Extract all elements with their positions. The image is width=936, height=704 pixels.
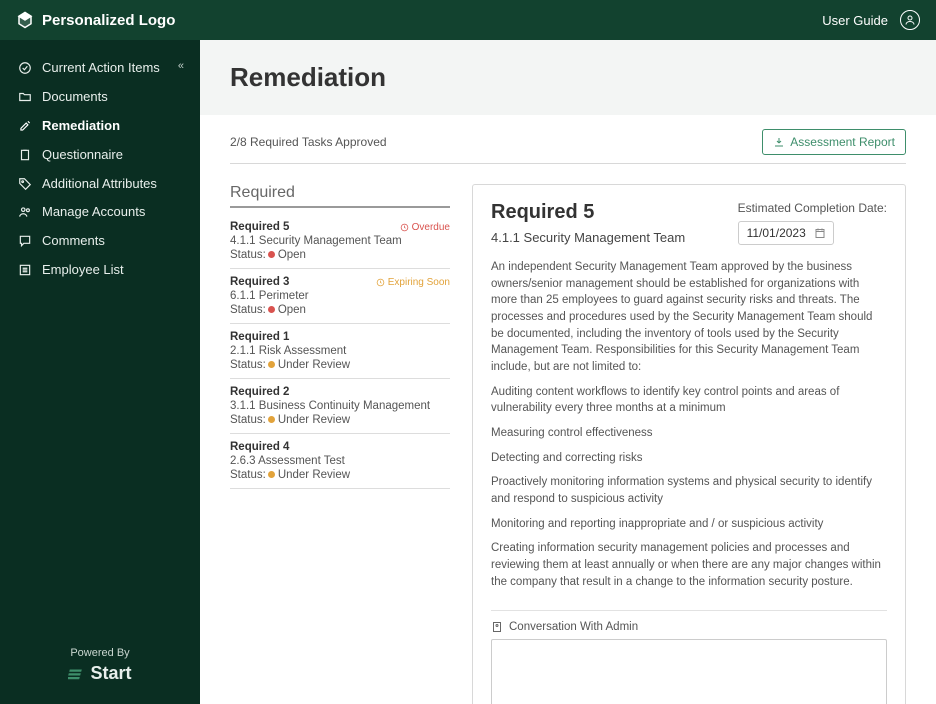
folder-icon — [18, 90, 32, 104]
detail-title: Required 5 — [491, 201, 685, 224]
page-body: 2/8 Required Tasks Approved Assessment R… — [200, 115, 936, 704]
sidebar-item-questionnaire[interactable]: Questionnaire — [0, 141, 200, 170]
req-sub: 2.1.1 Risk Assessment — [230, 345, 450, 357]
assessment-report-button[interactable]: Assessment Report — [762, 129, 906, 155]
start-text: Start — [90, 663, 131, 684]
date-picker[interactable]: 11/01/2023 — [738, 221, 834, 245]
detail-paragraph: Detecting and correcting risks — [491, 450, 887, 467]
date-value: 11/01/2023 — [747, 226, 806, 240]
sidebar-label: Employee List — [42, 262, 184, 279]
status-dot — [268, 471, 275, 478]
detail-subtitle: 4.1.1 Security Management Team — [491, 230, 685, 245]
sidebar-footer: Powered By Start — [0, 627, 200, 704]
req-sub: 4.1.1 Security Management Team — [230, 235, 450, 247]
page-title: Remediation — [230, 62, 906, 93]
sidebar-label: Manage Accounts — [42, 204, 184, 221]
chevrons-icon: « — [178, 60, 184, 72]
conversation-text: Conversation With Admin — [509, 621, 638, 633]
logo-text: Personalized Logo — [42, 12, 175, 29]
sidebar-label: Documents — [42, 89, 184, 106]
sidebar-item-remediation[interactable]: Remediation — [0, 112, 200, 141]
logo: Personalized Logo — [16, 11, 175, 29]
req-sub: 2.6.3 Assessment Test — [230, 455, 450, 467]
sidebar-item-action-items[interactable]: Current Action Items « — [0, 54, 200, 83]
conversation-label: Conversation With Admin — [491, 621, 887, 633]
status-dot — [268, 361, 275, 368]
clipboard-icon — [18, 148, 32, 162]
badge-overdue: Overdue — [400, 222, 450, 233]
sidebar: Current Action Items « Documents Remedia… — [0, 40, 200, 704]
approved-count: 2/8 Required Tasks Approved — [230, 135, 387, 149]
check-circle-icon — [18, 61, 32, 75]
detail-body: An independent Security Management Team … — [491, 259, 887, 611]
required-item[interactable]: Required 2 3.1.1 Business Continuity Mana… — [230, 379, 450, 434]
page-header: Remediation — [200, 40, 936, 115]
user-badge-icon — [491, 621, 503, 633]
req-status: Status:Open — [230, 249, 450, 261]
required-item[interactable]: Required 1 2.1.1 Risk Assessment Status:Un… — [230, 324, 450, 379]
clock-icon — [400, 223, 409, 232]
subhead-row: 2/8 Required Tasks Approved Assessment R… — [230, 129, 906, 164]
req-title: Required 1 — [230, 331, 289, 343]
sidebar-label: Current Action Items — [42, 60, 168, 77]
badge-expiring: Expiring Soon — [376, 277, 450, 288]
status-dot — [268, 416, 275, 423]
req-status: Status:Open — [230, 304, 450, 316]
req-title: Required 2 — [230, 386, 289, 398]
tools-icon — [18, 119, 32, 133]
detail-paragraph: Proactively monitoring information syste… — [491, 474, 887, 507]
required-item[interactable]: Required 3 Expiring Soon 6.1.1 Perimeter St… — [230, 269, 450, 324]
required-list: Required Required 5 Overdue 4.1.1 Security… — [230, 184, 450, 489]
sidebar-label: Remediation — [42, 118, 184, 135]
detail-panel: Required 5 4.1.1 Security Management Tea… — [472, 184, 906, 704]
detail-paragraph: Auditing content workflows to identify k… — [491, 384, 887, 417]
user-guide-link[interactable]: User Guide — [822, 13, 888, 28]
required-item[interactable]: Required 4 2.6.3 Assessment Test Status:Un… — [230, 434, 450, 489]
detail-paragraph: Creating information security management… — [491, 540, 887, 590]
status-dot — [268, 251, 275, 258]
detail-paragraph: Measuring control effectiveness — [491, 425, 887, 442]
topbar: Personalized Logo User Guide — [0, 0, 936, 40]
req-title: Required 3 — [230, 276, 289, 288]
sidebar-item-accounts[interactable]: Manage Accounts — [0, 198, 200, 227]
comment-icon — [18, 234, 32, 248]
user-icon[interactable] — [900, 10, 920, 30]
sidebar-item-comments[interactable]: Comments — [0, 227, 200, 256]
req-sub: 3.1.1 Business Continuity Management — [230, 400, 450, 412]
tag-icon — [18, 177, 32, 191]
download-icon — [773, 136, 785, 148]
powered-by-label: Powered By — [20, 647, 180, 659]
main: Remediation 2/8 Required Tasks Approved … — [200, 40, 936, 704]
required-item[interactable]: Required 5 Overdue 4.1.1 Security Manageme… — [230, 214, 450, 269]
sidebar-label: Additional Attributes — [42, 176, 184, 193]
status-dot — [268, 306, 275, 313]
topbar-right: User Guide — [822, 10, 920, 30]
calendar-icon — [814, 227, 826, 239]
sidebar-item-documents[interactable]: Documents — [0, 83, 200, 112]
sidebar-nav: Current Action Items « Documents Remedia… — [0, 40, 200, 627]
sidebar-item-attributes[interactable]: Additional Attributes — [0, 170, 200, 199]
sidebar-item-employees[interactable]: Employee List — [0, 256, 200, 285]
conversation-box[interactable] — [491, 639, 887, 704]
clock-icon — [376, 278, 385, 287]
detail-paragraph: Monitoring and reporting inappropriate a… — [491, 516, 887, 533]
est-completion-label: Estimated Completion Date: — [738, 201, 887, 215]
sidebar-label: Questionnaire — [42, 147, 184, 164]
req-status: Status:Under Review — [230, 359, 450, 371]
list-icon — [18, 263, 32, 277]
logo-icon — [16, 11, 34, 29]
users-icon — [18, 205, 32, 219]
req-sub: 6.1.1 Perimeter — [230, 290, 450, 302]
assessment-label: Assessment Report — [790, 135, 895, 149]
required-heading: Required — [230, 184, 450, 208]
req-title: Required 5 — [230, 221, 289, 233]
detail-paragraph: An independent Security Management Team … — [491, 259, 887, 376]
sidebar-label: Comments — [42, 233, 184, 250]
start-logo: Start — [20, 663, 180, 684]
req-title: Required 4 — [230, 441, 289, 453]
req-status: Status:Under Review — [230, 469, 450, 481]
req-status: Status:Under Review — [230, 414, 450, 426]
